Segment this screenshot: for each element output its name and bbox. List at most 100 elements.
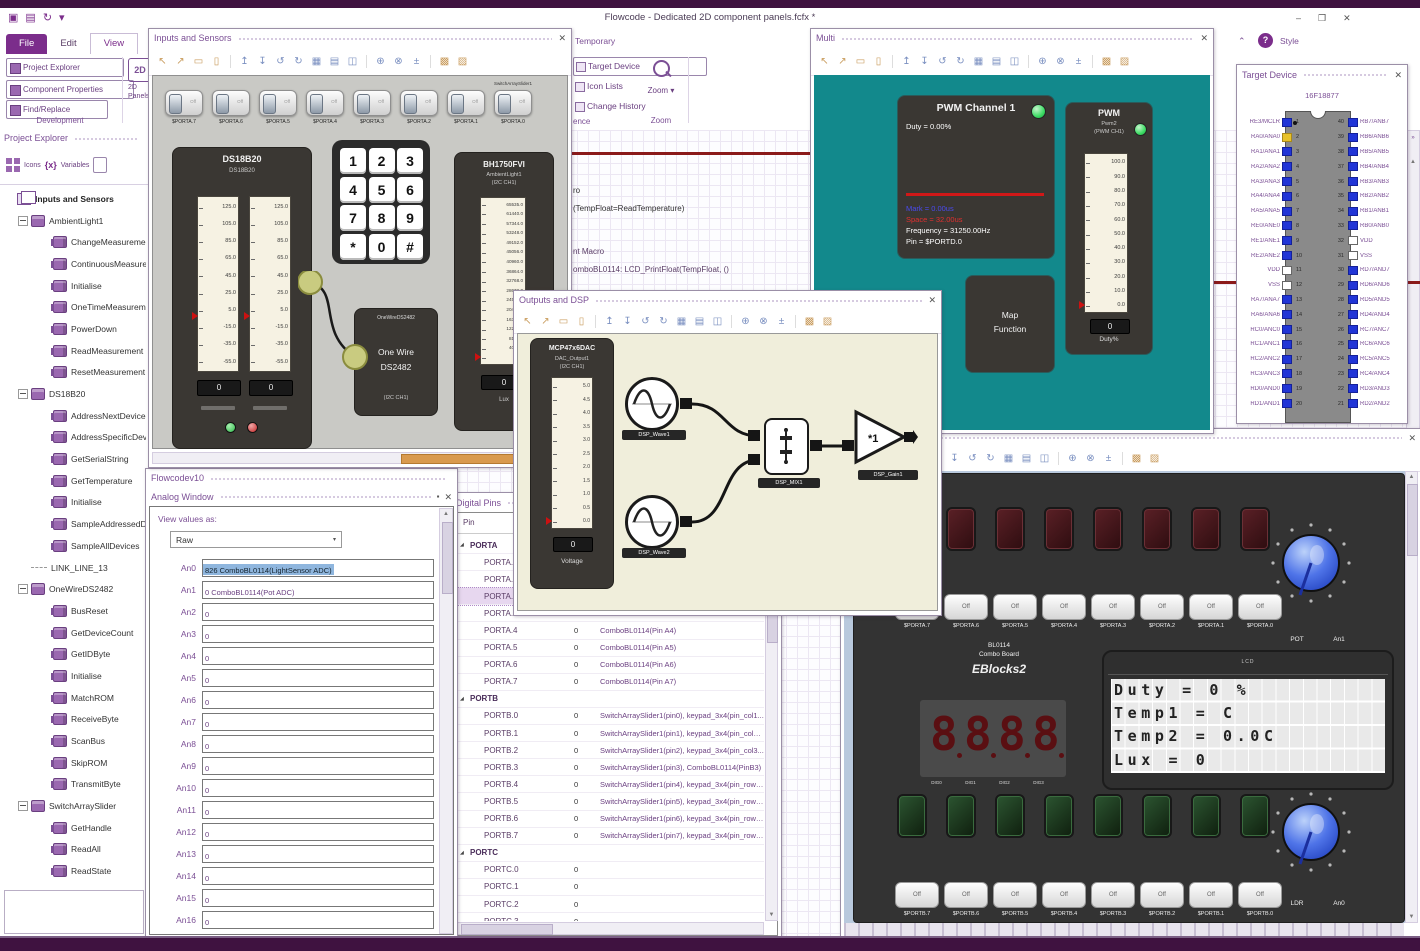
toolbar-icon[interactable]: ▭ [556, 314, 571, 329]
close-icon[interactable]: ✕ [558, 33, 566, 43]
analog-value-field[interactable]: 0 [202, 801, 434, 819]
help-icon[interactable]: ? [1258, 33, 1273, 48]
keypad-key[interactable]: 8 [368, 205, 395, 231]
keypad-key[interactable]: 7 [340, 205, 366, 231]
toolbar-icon[interactable]: ⊗ [391, 54, 406, 69]
board-vertical-scrollbar[interactable]: ▲ ▼ [1405, 471, 1418, 923]
keypad-key[interactable]: 3 [397, 148, 423, 174]
toolbar-icon[interactable]: ▯ [871, 54, 886, 69]
toolbar-icon[interactable]: ⊗ [756, 314, 771, 329]
toolbar-icon[interactable]: ▩ [802, 314, 817, 329]
pin-pad-right[interactable] [1348, 280, 1358, 290]
toolbar-icon[interactable] [430, 54, 431, 68]
keypad-key[interactable]: 1 [340, 148, 366, 174]
toolbar-icon[interactable]: ▦ [309, 54, 324, 69]
tree-item[interactable]: Inputs and Sensors [0, 188, 146, 210]
digital-pin-row[interactable]: PORTB.0 0 SwitchArraySlider1(pin0), keyp… [456, 708, 764, 726]
tree-item[interactable]: Initialise [0, 275, 146, 297]
group-arrow-icon[interactable]: ◢ [456, 542, 470, 548]
digital-pin-row[interactable]: PORTA.6 0 ComboBL0114(Pin A6) [456, 657, 764, 674]
toolbar-icon[interactable]: ↗ [173, 54, 188, 69]
toolbar-icon[interactable] [1058, 452, 1059, 465]
toolbar-icon[interactable]: ↖ [520, 314, 535, 329]
port-toggle-button[interactable]: Off [1091, 594, 1135, 620]
toolbar-icon[interactable]: ↻ [291, 54, 306, 69]
tree-item[interactable]: GetSerialString [0, 448, 146, 470]
toolbar-icon[interactable]: ↖ [155, 54, 170, 69]
tree-item[interactable]: ReadMeasurement [0, 340, 146, 362]
tree-item[interactable]: ContinuousMeasure [0, 253, 146, 275]
analog-vertical-scrollbar[interactable]: ▲ [439, 508, 453, 934]
digital-pin-row[interactable]: PORTB.6 0 SwitchArraySlider1(pin6), keyp… [456, 811, 764, 828]
toolbar-icon[interactable] [795, 314, 796, 328]
toolbar-icon[interactable] [731, 314, 732, 328]
tree-item[interactable]: GetHandle [0, 817, 146, 839]
pwm-duty-scale[interactable]: 100.0 90.0 80.0 70.0 60.0 50.0 40.0 30.0 20.0 10.… [1084, 153, 1128, 313]
toolbar-icon[interactable]: ↻ [656, 314, 671, 329]
toolbar-icon[interactable]: ↧ [255, 54, 270, 69]
pin-pad-right[interactable] [1348, 295, 1358, 305]
toggle-switch[interactable]: Off [353, 90, 391, 116]
digital-pin-row[interactable]: PORTB.7 0 SwitchArraySlider1(pin7), keyp… [456, 828, 764, 845]
pin-pad-right[interactable] [1348, 221, 1358, 231]
ribbon-tab[interactable]: View [89, 33, 139, 54]
toolbar-icon[interactable]: ↻ [983, 451, 998, 466]
tree-item[interactable]: SwitchArraySlider [0, 795, 146, 817]
analog-value-field[interactable]: 0 [202, 647, 434, 665]
toolbar-icon[interactable]: ▩ [1099, 54, 1114, 69]
toolbar-icon[interactable]: ▦ [674, 314, 689, 329]
window-control-icon[interactable]: – [1296, 13, 1301, 24]
toolbar-icon[interactable] [595, 314, 596, 328]
pot-knob[interactable] [1266, 518, 1356, 608]
toolbar-icon[interactable]: ▦ [971, 54, 986, 69]
toolbar-icon[interactable]: ↻ [953, 54, 968, 69]
toolbar-icon[interactable]: ▭ [191, 54, 206, 69]
pin-pad-left[interactable] [1282, 117, 1292, 127]
dsp-wave2-node[interactable] [625, 495, 679, 549]
switch-knob[interactable] [404, 94, 417, 114]
port-toggle-button[interactable]: Off [1091, 882, 1135, 908]
tree-item[interactable]: SkipROM [0, 752, 146, 774]
close-icon[interactable]: ✕ [1408, 433, 1416, 443]
digital-pin-row[interactable]: PORTA.7 0 ComboBL0114(Pin A7) [456, 674, 764, 691]
digital-pin-row[interactable]: ◢ PORTC [456, 845, 764, 862]
map-function-box[interactable]: Map Function [965, 275, 1055, 373]
panel-extra-icon[interactable] [93, 157, 108, 173]
pin-pad-right[interactable] [1348, 339, 1358, 349]
window-control-icon[interactable]: ❒ [1318, 13, 1326, 24]
toolbar-icon[interactable]: ⊕ [738, 314, 753, 329]
toolbar-icon[interactable]: ↥ [237, 54, 252, 69]
toolbar-icon[interactable]: ▯ [574, 314, 589, 329]
toolbar-icon[interactable]: ↗ [538, 314, 553, 329]
toolbar-icon[interactable]: ⊕ [1065, 451, 1080, 466]
pin-pad-right[interactable] [1348, 251, 1358, 261]
switch-knob[interactable] [498, 94, 511, 114]
toolbar-icon[interactable]: ▩ [437, 54, 452, 69]
toolbar-icon[interactable]: ↺ [273, 54, 288, 69]
pin-pad-left[interactable] [1282, 191, 1292, 201]
pin-pad-right[interactable] [1348, 162, 1358, 172]
analog-value-field[interactable]: 0 [202, 889, 434, 907]
pin-pad-right[interactable] [1348, 236, 1358, 246]
digital-pin-row[interactable]: PORTC.2 0 [456, 896, 764, 914]
port-toggle-button[interactable]: Off [944, 882, 988, 908]
toolbar-icon[interactable]: ⊕ [1035, 54, 1050, 69]
digital-pin-row[interactable]: PORTB.4 0 SwitchArraySlider1(pin4), keyp… [456, 776, 764, 794]
pin-pad-left[interactable] [1282, 206, 1292, 216]
view-option[interactable]: Target Device [573, 57, 707, 76]
dsp-mix-node[interactable] [764, 418, 809, 475]
analog-value-field[interactable]: 0 [202, 735, 434, 753]
ribbon-button[interactable]: Project Explorer [6, 58, 124, 77]
switch-knob[interactable] [263, 94, 276, 114]
tree-item[interactable]: TransmitByte [0, 774, 146, 796]
switch-knob[interactable] [216, 94, 229, 114]
tree-item[interactable]: ChangeMeasuremen [0, 231, 146, 253]
port-toggle-button[interactable]: Off [1042, 594, 1086, 620]
variables-tab-label[interactable]: Variables [61, 162, 90, 169]
tree-item[interactable]: SampleAllDevices [0, 535, 146, 557]
digital-pin-row[interactable]: PORTB.1 0 SwitchArraySlider1(pin1), keyp… [456, 725, 764, 743]
group-arrow-icon[interactable]: ◢ [456, 850, 470, 856]
port-toggle-button[interactable]: Off [993, 882, 1037, 908]
toolbar-icon[interactable]: ▨ [820, 314, 835, 329]
board-horizontal-scrollbar[interactable] [844, 923, 1404, 936]
